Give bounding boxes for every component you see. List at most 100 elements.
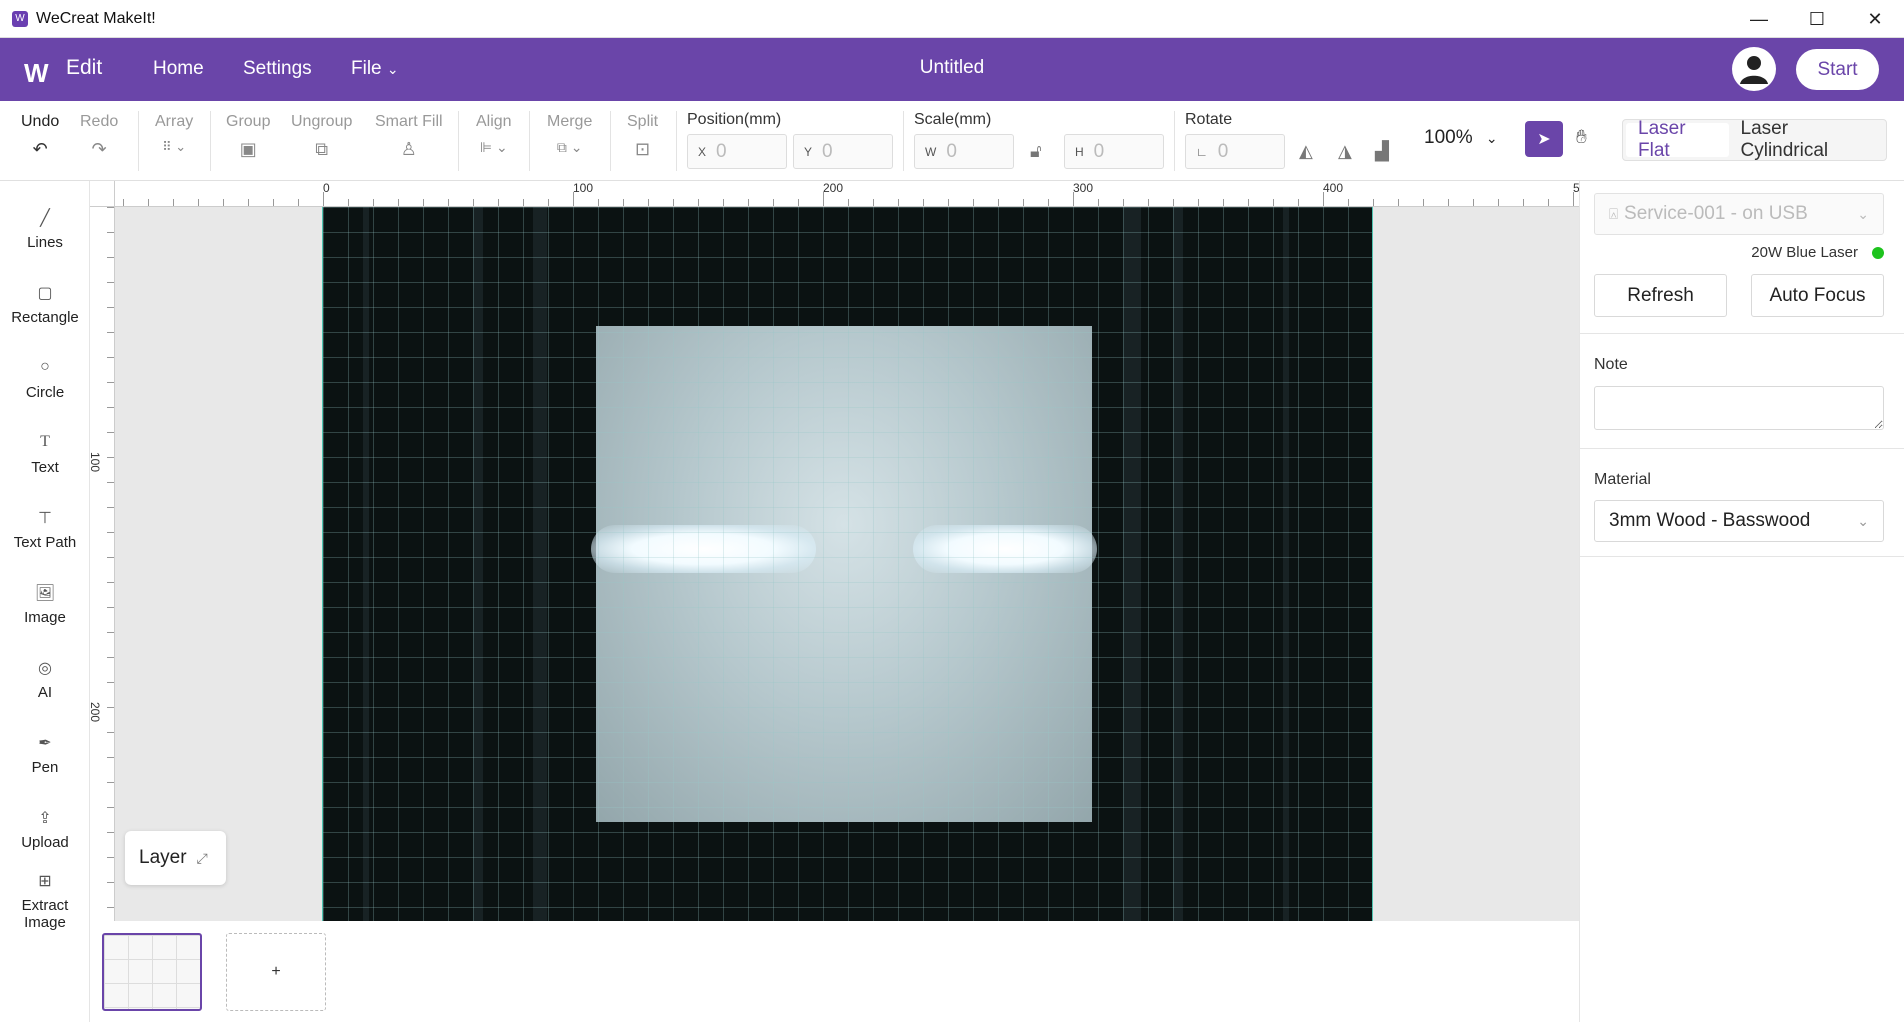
- tab-laser-cylindrical[interactable]: Laser Cylindrical: [1729, 118, 1884, 161]
- ruler-corner: [90, 181, 115, 207]
- image-icon: 🖼︎: [34, 585, 56, 602]
- ruler-tick: [1523, 199, 1524, 206]
- ruler-tick: [107, 707, 114, 708]
- material-select[interactable]: 3mm Wood - Basswood ⌄: [1594, 500, 1884, 542]
- ruler-tick: [523, 199, 524, 206]
- tool-extract-image[interactable]: ⊞ Extract Image: [0, 871, 90, 931]
- tool-upload-label: Upload: [21, 834, 69, 851]
- ruler-tick: [107, 757, 114, 758]
- ruler-tick: [1548, 199, 1549, 206]
- undo-icon: ↶: [32, 139, 48, 159]
- align-label: Align: [476, 113, 512, 130]
- text-path-icon: ⊤: [38, 510, 52, 527]
- undo-button[interactable]: Undo ↶: [21, 113, 59, 161]
- chevron-down-icon: ⌄: [1485, 130, 1498, 146]
- hand-pan-icon[interactable]: ✋︎: [1576, 127, 1587, 149]
- auto-focus-button[interactable]: Auto Focus: [1751, 274, 1884, 317]
- tool-image-label: Image: [24, 609, 66, 626]
- nav-file[interactable]: File ⌄: [351, 58, 399, 80]
- zoom-select[interactable]: 100% ⌄: [1424, 127, 1498, 149]
- note-field[interactable]: [1594, 386, 1884, 430]
- rotate-value: 0: [1217, 140, 1229, 162]
- nav-home[interactable]: Home: [153, 58, 204, 80]
- ruler-tick: [1498, 199, 1499, 206]
- position-x-prefix: X: [698, 144, 707, 159]
- chevron-down-icon: ⌄: [1857, 205, 1869, 222]
- position-x-input[interactable]: X 0: [687, 134, 787, 169]
- scale-h-input[interactable]: H 0: [1064, 134, 1164, 169]
- array-button[interactable]: Array ⠿ ⌄: [155, 113, 193, 161]
- split-button[interactable]: Split ⊡: [627, 113, 658, 161]
- tool-image[interactable]: 🖼︎ Image: [0, 583, 90, 626]
- pen-icon: ✒︎: [38, 735, 52, 752]
- ruler-tick: [107, 732, 114, 733]
- tool-rectangle-label: Rectangle: [11, 309, 79, 326]
- add-page-button[interactable]: +: [226, 933, 326, 1011]
- tool-pen[interactable]: ✒︎ Pen: [0, 733, 90, 776]
- close-button[interactable]: ✕: [1846, 0, 1904, 38]
- tab-laser-flat[interactable]: Laser Flat: [1626, 118, 1729, 161]
- tool-upload[interactable]: ⇪ Upload: [0, 808, 90, 851]
- maximize-button[interactable]: ☐: [1788, 0, 1846, 38]
- array-grid-icon: ⠿ ⌄: [162, 139, 187, 154]
- merge-icon: ⧉ ⌄: [556, 139, 583, 155]
- smart-fill-icon: ♙: [400, 139, 417, 159]
- tool-text[interactable]: T Text: [0, 433, 90, 476]
- tool-ai[interactable]: ◎ AI: [0, 658, 90, 701]
- scale-label: Scale(mm): [914, 111, 992, 128]
- flip-vertical-icon[interactable]: ◮: [1338, 141, 1352, 162]
- tool-extract-label-1: Extract: [21, 897, 69, 914]
- nav-file-label: File: [351, 58, 382, 79]
- ruler-tick: [373, 199, 374, 206]
- rotate-input[interactable]: ∟ 0: [1185, 134, 1285, 169]
- tool-rectangle[interactable]: ▢ Rectangle: [0, 283, 90, 326]
- ruler-tick: [548, 199, 549, 206]
- refresh-button[interactable]: Refresh: [1594, 274, 1727, 317]
- canvas-workspace[interactable]: [115, 207, 1579, 921]
- ruler-label: 100: [88, 451, 103, 473]
- distribute-icon[interactable]: ▟: [1375, 141, 1389, 162]
- ruler-tick: [873, 199, 874, 206]
- select-tool-button[interactable]: ➤: [1525, 121, 1563, 157]
- tool-text-path[interactable]: ⊤ Text Path: [0, 508, 90, 551]
- zoom-value: 100%: [1424, 127, 1473, 148]
- camera-preview[interactable]: [322, 207, 1373, 921]
- page-strip: +: [90, 921, 1579, 1022]
- canvas-grid: [323, 207, 1372, 921]
- ruler-tick: [1248, 199, 1249, 206]
- scale-w-input[interactable]: W 0: [914, 134, 1014, 169]
- ruler-tick: [348, 199, 349, 206]
- lock-icon[interactable]: 🔓︎: [1030, 141, 1042, 162]
- redo-button[interactable]: Redo ↷: [80, 113, 118, 161]
- ruler-tick: [598, 199, 599, 206]
- start-button[interactable]: Start: [1796, 49, 1879, 90]
- ruler-tick: [298, 199, 299, 206]
- app-header: W Edit Home Settings File ⌄ Untitled Sta…: [0, 38, 1904, 101]
- smart-fill-label: Smart Fill: [375, 113, 443, 130]
- group-button[interactable]: Group ▣: [226, 113, 270, 161]
- ruler-tick: [107, 457, 114, 458]
- device-select[interactable]: ⍓ Service-001 - on USB ⌄: [1594, 193, 1884, 235]
- ruler-tick: [323, 192, 324, 206]
- ruler-tick: [107, 582, 114, 583]
- ruler-tick: [898, 199, 899, 206]
- ruler-tick: [107, 232, 114, 233]
- tool-circle[interactable]: ○ Circle: [0, 358, 90, 401]
- tool-lines[interactable]: ╱ Lines: [0, 208, 90, 251]
- position-x-value: 0: [716, 140, 727, 162]
- smart-fill-button[interactable]: Smart Fill ♙: [375, 113, 443, 161]
- flip-horizontal-icon[interactable]: ◭: [1299, 141, 1313, 162]
- ungroup-button[interactable]: Ungroup ⧉: [291, 113, 352, 161]
- ruler-tick: [1198, 199, 1199, 206]
- position-label: Position(mm): [687, 111, 782, 128]
- layer-button[interactable]: Layer ⤢: [125, 831, 226, 885]
- nav-settings[interactable]: Settings: [243, 58, 312, 80]
- page-thumbnail[interactable]: [102, 933, 202, 1011]
- align-button[interactable]: Align ⊫ ⌄: [476, 113, 512, 161]
- wecreat-logo-icon[interactable]: W: [24, 58, 49, 89]
- minimize-button[interactable]: —: [1730, 0, 1788, 38]
- split-icon: ⊡: [635, 139, 651, 159]
- position-y-input[interactable]: Y 0: [793, 134, 893, 169]
- merge-button[interactable]: Merge ⧉ ⌄: [547, 113, 592, 161]
- avatar[interactable]: [1732, 47, 1776, 91]
